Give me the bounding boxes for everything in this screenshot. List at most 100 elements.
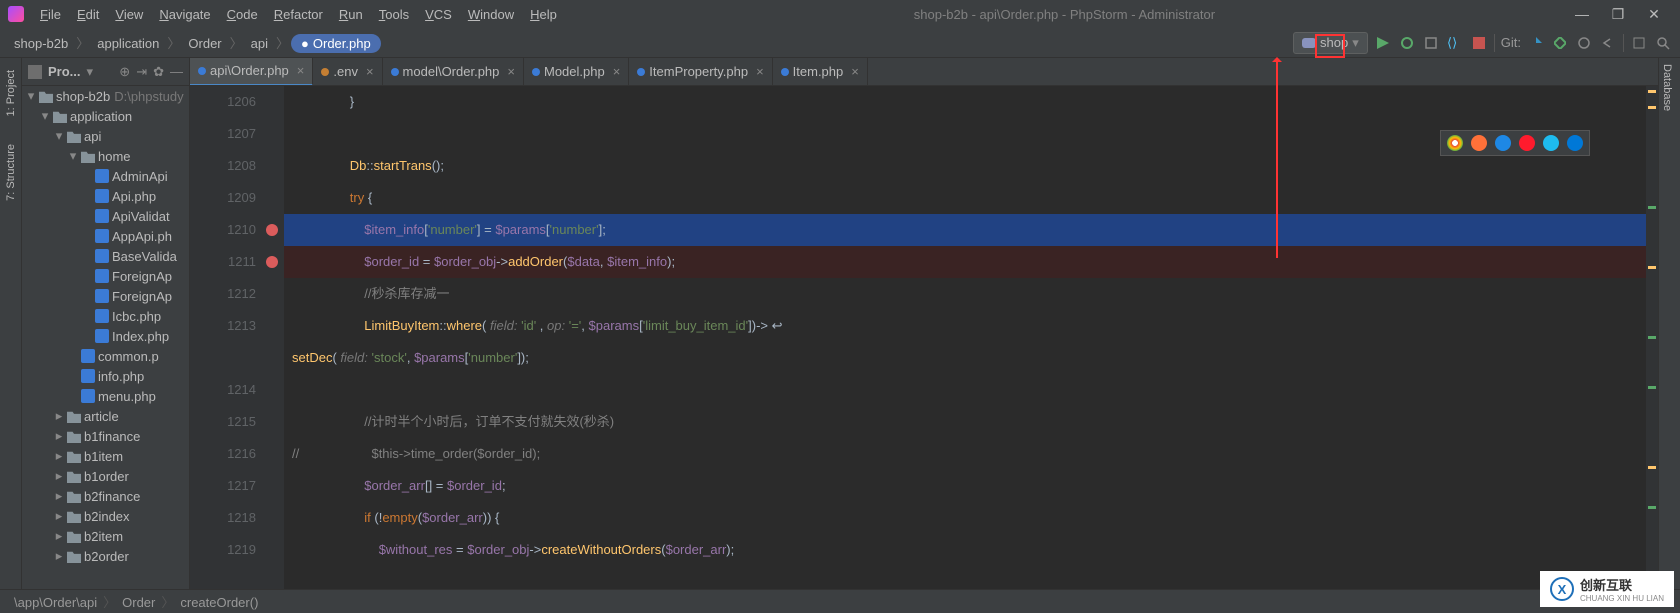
breadcrumb-item[interactable]: api [245, 34, 274, 53]
code-line[interactable]: try { [284, 182, 1646, 214]
menu-window[interactable]: Window [460, 5, 522, 24]
breadcrumb-item[interactable]: Order [182, 34, 227, 53]
structure-tool-tab[interactable]: 7: Structure [3, 140, 19, 205]
editor-tab[interactable]: Item.php× [773, 58, 868, 86]
tree-file[interactable]: AdminApi [22, 166, 189, 186]
close-icon[interactable]: × [507, 64, 515, 79]
opera-icon[interactable] [1519, 135, 1535, 151]
code-line[interactable] [284, 374, 1646, 406]
hide-icon[interactable]: — [170, 64, 183, 79]
tree-file[interactable]: Index.php [22, 326, 189, 346]
ide-settings-icon[interactable] [1630, 34, 1648, 52]
code-editor[interactable]: 1206120712081209121012111212121312141215… [190, 86, 1658, 589]
tree-folder[interactable]: ▾api [22, 126, 189, 146]
code-content[interactable]: } Db::startTrans(); try { $item_info['nu… [284, 86, 1646, 589]
tree-file[interactable]: Api.php [22, 186, 189, 206]
code-line[interactable]: if (!empty($order_arr)) { [284, 502, 1646, 534]
editor-tab[interactable]: api\Order.php× [190, 58, 313, 86]
menu-file[interactable]: File [32, 5, 69, 24]
gear-icon[interactable]: ✿ [153, 64, 164, 80]
close-icon[interactable]: × [297, 63, 305, 78]
menu-vcs[interactable]: VCS [417, 5, 460, 24]
code-line[interactable]: $order_id = $order_obj->addOrder($data, … [284, 246, 1646, 278]
ie-icon[interactable] [1543, 135, 1559, 151]
editor-tab[interactable]: .env× [313, 58, 382, 86]
breakpoint-icon[interactable] [266, 256, 278, 268]
menu-tools[interactable]: Tools [371, 5, 417, 24]
code-line[interactable]: $order_arr[] = $order_id; [284, 470, 1646, 502]
breakpoint-icon[interactable] [266, 224, 278, 236]
tree-file[interactable]: Icbc.php [22, 306, 189, 326]
locate-icon[interactable]: ⊕ [119, 64, 130, 80]
code-line[interactable]: //秒杀库存减一 [284, 278, 1646, 310]
close-icon[interactable]: × [366, 64, 374, 79]
tree-file[interactable]: AppApi.ph [22, 226, 189, 246]
git-rollback-icon[interactable] [1599, 34, 1617, 52]
status-crumb[interactable]: \app\Order\api [8, 595, 103, 610]
debug-button[interactable] [1398, 34, 1416, 52]
tree-file[interactable]: BaseValida [22, 246, 189, 266]
close-icon[interactable]: × [613, 64, 621, 79]
tree-file[interactable]: info.php [22, 366, 189, 386]
safari-icon[interactable] [1495, 135, 1511, 151]
menu-code[interactable]: Code [219, 5, 266, 24]
git-history-icon[interactable] [1575, 34, 1593, 52]
run-button[interactable] [1374, 34, 1392, 52]
git-update-icon[interactable] [1527, 34, 1545, 52]
breadcrumb-item[interactable]: application [91, 34, 165, 53]
tree-file[interactable]: ApiValidat [22, 206, 189, 226]
menu-edit[interactable]: Edit [69, 5, 107, 24]
close-icon[interactable]: × [851, 64, 859, 79]
tree-folder[interactable]: ▸b2finance [22, 486, 189, 506]
tree-folder[interactable]: ▾shop-b2bD:\phpstudy [22, 86, 189, 106]
minimize-button[interactable]: — [1564, 6, 1600, 22]
error-stripe[interactable] [1646, 86, 1658, 589]
line-gutter[interactable]: 1206120712081209121012111212121312141215… [190, 86, 284, 589]
close-icon[interactable]: × [756, 64, 764, 79]
browser-preview-bar[interactable] [1440, 130, 1590, 156]
menu-help[interactable]: Help [522, 5, 565, 24]
code-line[interactable]: LimitBuyItem::where( field: 'id' , op: '… [284, 310, 1646, 342]
tree-file[interactable]: ForeignAp [22, 286, 189, 306]
editor-tab[interactable]: ItemProperty.php× [629, 58, 772, 86]
breadcrumb-item[interactable]: ●Order.php [291, 34, 381, 53]
close-button[interactable]: ✕ [1636, 6, 1672, 23]
edge-icon[interactable] [1567, 135, 1583, 151]
tree-folder[interactable]: ▸b2index [22, 506, 189, 526]
code-line[interactable]: // $this->time_order($order_id); [284, 438, 1646, 470]
firefox-icon[interactable] [1471, 135, 1487, 151]
menu-navigate[interactable]: Navigate [151, 5, 218, 24]
tree-folder[interactable]: ▾application [22, 106, 189, 126]
tree-folder[interactable]: ▸b2item [22, 526, 189, 546]
coverage-button[interactable] [1422, 34, 1440, 52]
search-everywhere-icon[interactable] [1654, 34, 1672, 52]
code-line[interactable]: $without_res = $order_obj->createWithout… [284, 534, 1646, 566]
git-commit-icon[interactable] [1551, 34, 1569, 52]
code-line[interactable]: } [284, 86, 1646, 118]
tree-folder[interactable]: ▸b1finance [22, 426, 189, 446]
tree-file[interactable]: common.p [22, 346, 189, 366]
status-crumb[interactable]: Order [116, 595, 161, 610]
editor-tab[interactable]: Model.php× [524, 58, 629, 86]
code-line[interactable]: setDec( field: 'stock', $params['number'… [284, 342, 1646, 374]
tree-folder[interactable]: ▸b1order [22, 466, 189, 486]
tree-folder[interactable]: ▾home [22, 146, 189, 166]
tree-file[interactable]: ForeignAp [22, 266, 189, 286]
chrome-icon[interactable] [1447, 135, 1463, 151]
chevron-down-icon[interactable]: ▾ [87, 64, 94, 80]
menu-refactor[interactable]: Refactor [266, 5, 331, 24]
project-tree[interactable]: ▾shop-b2bD:\phpstudy▾application▾api▾hom… [22, 86, 189, 589]
menu-view[interactable]: View [107, 5, 151, 24]
tree-file[interactable]: menu.php [22, 386, 189, 406]
breadcrumb-item[interactable]: shop-b2b [8, 34, 74, 53]
editor-tab[interactable]: model\Order.php× [383, 58, 524, 86]
tree-folder[interactable]: ▸b1item [22, 446, 189, 466]
project-tool-tab[interactable]: 1: Project [3, 66, 19, 120]
code-line[interactable]: //计时半个小时后，订单不支付就失效(秒杀) [284, 406, 1646, 438]
listen-debug-button[interactable]: ⟨⟩ [1446, 34, 1464, 52]
maximize-button[interactable]: ❐ [1600, 6, 1636, 23]
stop-button[interactable] [1470, 34, 1488, 52]
menu-run[interactable]: Run [331, 5, 371, 24]
collapse-icon[interactable]: ⇥ [136, 64, 147, 80]
code-line[interactable]: $item_info['number'] = $params['number']… [284, 214, 1646, 246]
